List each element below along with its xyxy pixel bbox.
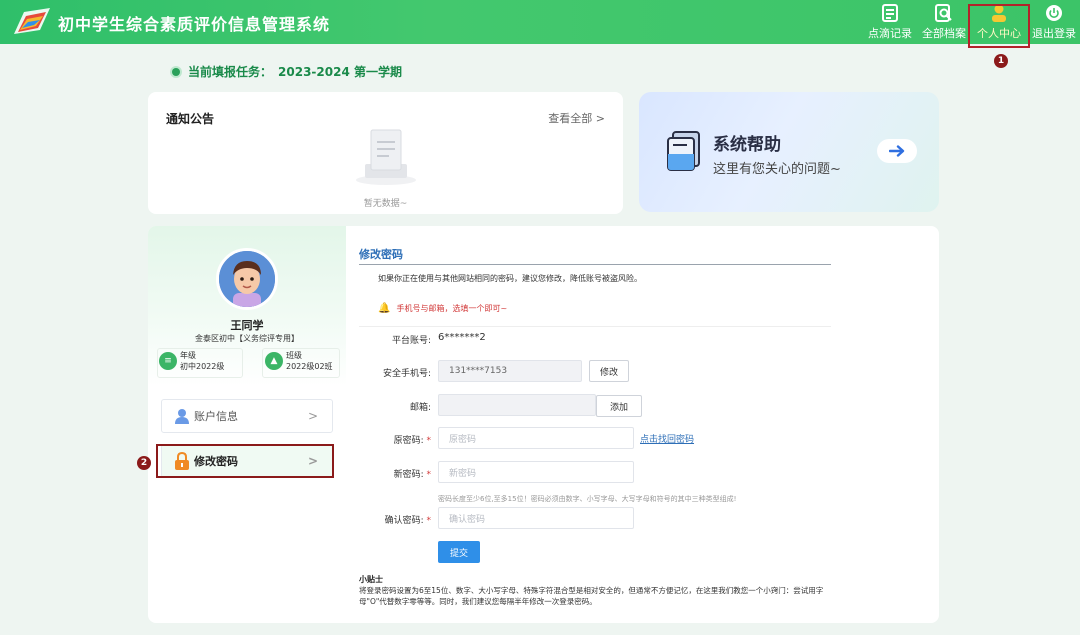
form-section-title: 修改密码 <box>359 248 403 261</box>
task-dot-icon <box>172 67 180 76</box>
email-field[interactable] <box>438 394 596 416</box>
nav-archive-label: 全部档案 <box>922 26 966 40</box>
help-arrow-button[interactable] <box>877 139 917 163</box>
account-value: 6*******2 <box>438 332 486 343</box>
notice-view-all-link[interactable]: 查看全部 > <box>548 110 605 126</box>
confirm-password-label-text: 确认密码: <box>384 516 424 526</box>
phone-field: 131****7153 <box>438 360 582 382</box>
tips-title: 小贴士 <box>359 575 383 584</box>
app-logo <box>14 8 50 34</box>
help-card[interactable]: 系统帮助 这里有您关心的问题~ <box>639 92 939 212</box>
confirm-password-label: 确认密码: * <box>346 513 431 526</box>
notice-title: 通知公告 <box>166 112 215 126</box>
main-panel: 王同学 金泰区初中【义务综评专用】 ≡ 年级 初中2022级 ▲ 班级 2022… <box>148 226 939 623</box>
new-password-input[interactable]: 新密码 <box>438 461 634 483</box>
empty-data-icon <box>356 129 416 185</box>
grade-label: 年级 <box>180 351 196 360</box>
nav-logout-label: 退出登录 <box>1032 26 1076 40</box>
new-password-label: 新密码: * <box>346 467 431 480</box>
forgot-password-link[interactable]: 点击找回密码 <box>640 432 694 445</box>
arrow-right-icon <box>889 145 905 157</box>
current-task: 当前填报任务： 2023-2024 第一学期 <box>172 63 402 80</box>
class-icon: ▲ <box>265 352 283 370</box>
task-value: 2023-2024 第一学期 <box>278 65 402 79</box>
avatar <box>216 248 278 310</box>
email-add-button[interactable]: 添加 <box>596 395 642 417</box>
menu-account-info-label: 账户信息 <box>194 410 238 423</box>
top-header: 初中学生综合素质评价信息管理系统 点滴记录 全部档案 个人中心 退出登录 <box>0 0 1080 44</box>
nav-archive[interactable]: 全部档案 <box>920 0 968 44</box>
notice-card: 通知公告 查看全部 > 暂无数据~ <box>148 92 623 214</box>
submit-button[interactable]: 提交 <box>438 541 480 563</box>
bell-icon: 🔔 <box>378 303 391 314</box>
form-warning-text: 手机号与邮箱，选填一个即可~ <box>396 304 508 313</box>
password-rule-text: 密码长度至少6位,至多15位！密码必须由数字、小写字母、大写字母和符号的其中三种… <box>438 495 737 503</box>
student-school: 金泰区初中【义务综评专用】 <box>195 334 299 343</box>
account-label: 平台账号: <box>391 336 431 346</box>
help-document-icon <box>667 131 700 171</box>
help-title: 系统帮助 <box>713 135 781 155</box>
form-divider <box>359 326 831 327</box>
nav-record[interactable]: 点滴记录 <box>866 0 914 44</box>
phone-label: 安全手机号: <box>382 369 431 379</box>
required-mark: * <box>426 470 432 480</box>
old-password-label: 原密码: * <box>346 433 431 446</box>
step-marker-2: 2 <box>137 456 151 470</box>
step-marker-1: 1 <box>994 54 1008 68</box>
nav-logout[interactable]: 退出登录 <box>1030 0 1078 44</box>
student-name: 王同学 <box>230 319 264 332</box>
power-icon <box>1045 4 1063 22</box>
highlight-box-change-password <box>156 444 334 478</box>
archive-search-icon <box>935 3 953 22</box>
form-hint: 如果你正在使用与其他网站相同的密码，建议您修改，降低账号被盗风险。 <box>378 274 642 283</box>
class-value: 2022级02班 <box>286 362 333 371</box>
old-password-input[interactable]: 原密码 <box>438 427 634 449</box>
help-subtitle: 这里有您关心的问题~ <box>713 162 841 177</box>
profile-card: 王同学 金泰区初中【义务综评专用】 ≡ 年级 初中2022级 ▲ 班级 2022… <box>148 226 346 386</box>
required-mark: * <box>426 516 432 526</box>
class-label: 班级 <box>286 351 302 360</box>
password-form: 修改密码 如果你正在使用与其他网站相同的密码，建议您修改，降低账号被盗风险。 🔔… <box>346 226 939 623</box>
grade-icon: ≡ <box>159 352 177 370</box>
record-icon <box>881 3 899 22</box>
new-password-label-text: 新密码: <box>393 470 424 480</box>
highlight-box-personal-center <box>968 4 1030 48</box>
required-mark: * <box>426 436 432 446</box>
form-warning: 🔔 手机号与邮箱，选填一个即可~ <box>378 303 507 314</box>
old-password-label-text: 原密码: <box>393 436 424 446</box>
phone-modify-button[interactable]: 修改 <box>589 360 629 382</box>
class-stat: ▲ 班级 2022级02班 <box>265 350 333 372</box>
tips-body: 将登录密码设置为6至15位、数字、大小写字母、特殊字符混合型是相对安全的，但通常… <box>359 586 824 606</box>
grade-stat: ≡ 年级 初中2022级 <box>159 350 224 372</box>
account-icon <box>175 409 189 424</box>
email-label: 邮箱: <box>409 403 431 413</box>
menu-account-info[interactable]: 账户信息 > <box>161 399 333 433</box>
confirm-password-input[interactable]: 确认密码 <box>438 507 634 529</box>
app-title: 初中学生综合素质评价信息管理系统 <box>58 15 331 34</box>
chevron-right-icon: > <box>307 409 318 423</box>
grade-value: 初中2022级 <box>180 362 225 371</box>
notice-empty-text: 暂无数据~ <box>363 199 408 209</box>
task-label: 当前填报任务： <box>188 65 273 79</box>
form-title-divider <box>359 264 831 265</box>
nav-record-label: 点滴记录 <box>868 26 912 40</box>
